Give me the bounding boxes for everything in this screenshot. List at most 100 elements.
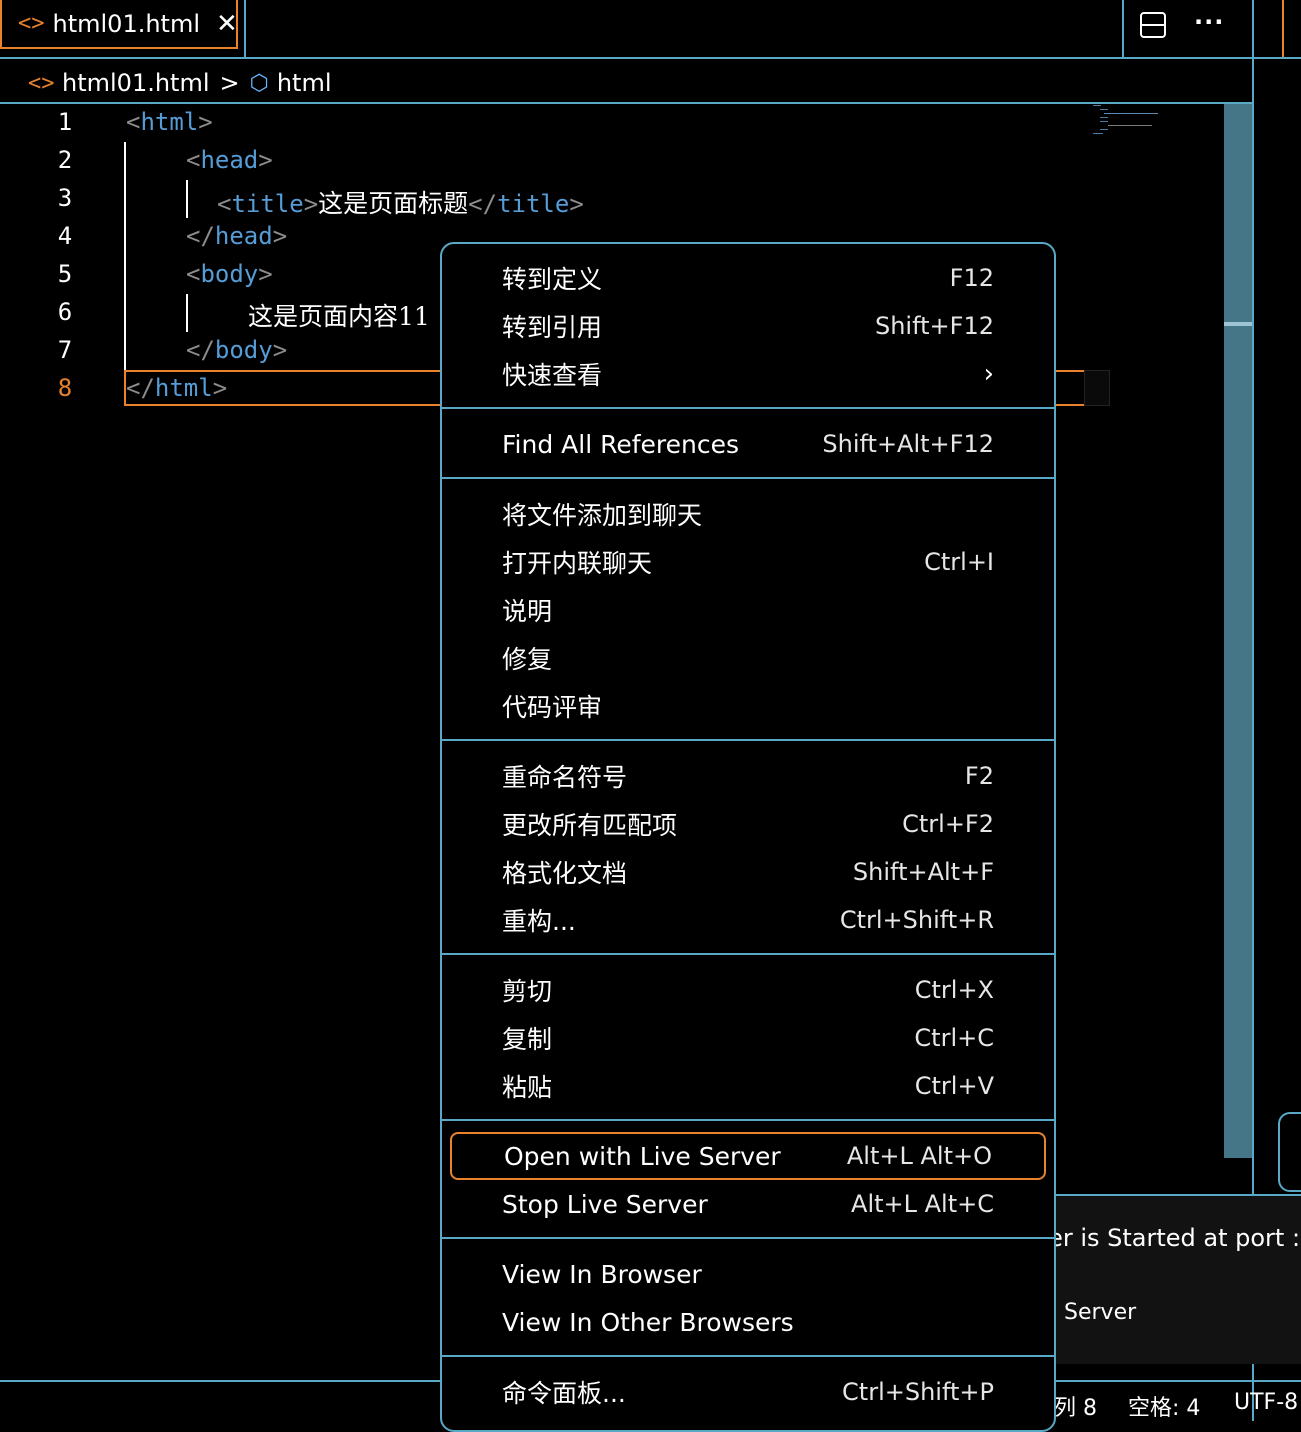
menu-separator: [442, 739, 1054, 741]
menu-item-label: 修复: [502, 645, 553, 674]
menu-item-label: 更改所有匹配项: [502, 811, 678, 840]
indent-guide: [186, 180, 188, 218]
menu-separator: [442, 1355, 1054, 1357]
menu-item-paste[interactable]: 粘贴 Ctrl+V: [450, 1064, 1046, 1108]
menu-item-change-all-occurrences[interactable]: 更改所有匹配项 Ctrl+F2: [450, 802, 1046, 846]
menu-item-cut[interactable]: 剪切 Ctrl+X: [450, 968, 1046, 1012]
scrollbar-position-marker: [1224, 322, 1252, 326]
menu-item-label: 将文件添加到聊天: [502, 501, 703, 530]
line-number: 6: [57, 298, 73, 326]
breadcrumb-file[interactable]: html01.html: [62, 69, 210, 97]
menu-item-refactor[interactable]: 重构... Ctrl+Shift+R: [450, 898, 1046, 942]
menu-item-label: Find All References: [502, 429, 740, 459]
minimap[interactable]: [1092, 104, 1172, 144]
split-editor-icon[interactable]: [1140, 12, 1166, 38]
code-line-current[interactable]: </html>: [126, 374, 227, 402]
cursor-block: [1084, 370, 1110, 406]
context-menu: 转到定义 F12 转到引用 Shift+F12 快速查看 › Find All …: [440, 242, 1056, 1432]
menu-item-fix[interactable]: 修复: [450, 636, 1046, 680]
code-line[interactable]: <body>: [186, 260, 273, 288]
menu-item-label: 代码评审: [502, 693, 603, 722]
menu-item-shortcut: Ctrl+I: [924, 548, 994, 576]
menu-item-shortcut: Shift+Alt+F12: [822, 430, 994, 458]
menu-separator: [442, 407, 1054, 409]
close-icon[interactable]: ✕: [216, 9, 238, 39]
code-line[interactable]: <head>: [186, 146, 273, 174]
menu-item-view-in-other-browsers[interactable]: View In Other Browsers: [450, 1300, 1046, 1344]
menu-item-format-document[interactable]: 格式化文档 Shift+Alt+F: [450, 850, 1046, 894]
menu-item-label: Open with Live Server: [504, 1141, 781, 1171]
menu-item-label: 命令面板...: [502, 1379, 626, 1408]
menu-item-label: 粘贴: [502, 1073, 553, 1102]
menu-separator: [442, 1119, 1054, 1121]
menu-item-shortcut: Ctrl+X: [914, 976, 994, 1004]
menu-item-peek[interactable]: 快速查看 ›: [450, 352, 1046, 396]
line-number: 1: [57, 108, 73, 136]
breadcrumb: <> html01.html > ⬡ html: [28, 64, 332, 102]
menu-item-shortcut: Alt+L Alt+C: [851, 1190, 994, 1218]
side-panel-edge: [1282, 0, 1301, 57]
notification-button[interactable]: Server: [1064, 1300, 1136, 1325]
vertical-scrollbar[interactable]: [1224, 104, 1252, 1158]
line-number: 3: [57, 184, 73, 212]
breadcrumb-border: [0, 102, 1253, 104]
menu-item-go-to-definition[interactable]: 转到定义 F12: [450, 256, 1046, 300]
status-indent[interactable]: 空格: 4: [1128, 1390, 1200, 1422]
menu-item-explain[interactable]: 说明: [450, 588, 1046, 632]
line-number-current: 8: [57, 374, 73, 402]
chevron-right-icon: ›: [983, 359, 994, 389]
menu-separator: [442, 1237, 1054, 1239]
menu-item-go-to-references[interactable]: 转到引用 Shift+F12: [450, 304, 1046, 348]
menu-item-label: View In Browser: [502, 1259, 702, 1289]
status-column[interactable]: 列 8: [1054, 1390, 1097, 1422]
menu-item-label: 剪切: [502, 977, 553, 1006]
menu-item-command-palette[interactable]: 命令面板... Ctrl+Shift+P: [450, 1370, 1046, 1414]
menu-item-rename-symbol[interactable]: 重命名符号 F2: [450, 754, 1046, 798]
side-panel-widget[interactable]: [1278, 1112, 1301, 1192]
menu-item-code-review[interactable]: 代码评审: [450, 684, 1046, 728]
menu-item-inline-chat[interactable]: 打开内联聊天 Ctrl+I: [450, 540, 1046, 584]
menu-item-find-all-references[interactable]: Find All References Shift+Alt+F12: [450, 422, 1046, 466]
line-number: 2: [57, 146, 73, 174]
code-line[interactable]: <title>这是页面标题</title>: [217, 184, 584, 220]
menu-item-add-file-to-chat[interactable]: 将文件添加到聊天: [450, 492, 1046, 536]
menu-item-shortcut: F12: [949, 264, 994, 292]
code-line[interactable]: 这是页面内容11: [248, 297, 430, 333]
code-line[interactable]: </head>: [186, 222, 287, 250]
tab-divider: [244, 0, 246, 57]
menu-item-shortcut: F2: [964, 762, 994, 790]
menu-item-label: 格式化文档: [502, 859, 628, 888]
menu-item-open-with-live-server[interactable]: Open with Live Server Alt+L Alt+O: [450, 1132, 1046, 1180]
code-line[interactable]: </body>: [186, 336, 287, 364]
menu-item-copy[interactable]: 复制 Ctrl+C: [450, 1016, 1046, 1060]
status-encoding[interactable]: UTF-8: [1234, 1390, 1298, 1415]
editor-tab[interactable]: <> html01.html ✕: [0, 0, 238, 49]
indent-guide: [124, 142, 126, 370]
tabbar-border: [0, 57, 1301, 59]
menu-item-shortcut: Shift+F12: [874, 312, 994, 340]
menu-item-view-in-browser[interactable]: View In Browser: [450, 1252, 1046, 1296]
menu-item-shortcut: Shift+Alt+F: [852, 858, 994, 886]
chevron-right-icon: >: [219, 69, 240, 97]
live-server-notification: Server is Started at port : 5 Server: [1040, 1194, 1301, 1364]
symbol-cube-icon: ⬡: [249, 70, 269, 96]
menu-item-label: 重命名符号: [502, 763, 628, 792]
code-line[interactable]: <html>: [126, 108, 213, 136]
menu-item-shortcut: Ctrl+C: [914, 1024, 994, 1052]
menu-item-label: 快速查看: [502, 361, 603, 390]
menu-item-stop-live-server[interactable]: Stop Live Server Alt+L Alt+C: [450, 1182, 1046, 1226]
menu-item-label: 打开内联聊天: [502, 549, 653, 578]
indent-guide: [186, 294, 188, 332]
menu-item-label: Stop Live Server: [502, 1189, 708, 1219]
breadcrumb-symbol[interactable]: html: [277, 69, 332, 97]
menu-item-shortcut: Ctrl+F2: [902, 810, 994, 838]
more-actions-icon[interactable]: ···: [1194, 8, 1224, 36]
toolbar-divider: [1122, 0, 1124, 57]
menu-item-label: 转到引用: [502, 313, 603, 342]
menu-separator: [442, 477, 1054, 479]
menu-item-shortcut: Ctrl+Shift+P: [842, 1378, 994, 1406]
menu-separator: [442, 953, 1054, 955]
tab-title: html01.html: [52, 9, 201, 38]
html-file-icon: <>: [18, 11, 45, 36]
menu-item-shortcut: Ctrl+V: [914, 1072, 994, 1100]
